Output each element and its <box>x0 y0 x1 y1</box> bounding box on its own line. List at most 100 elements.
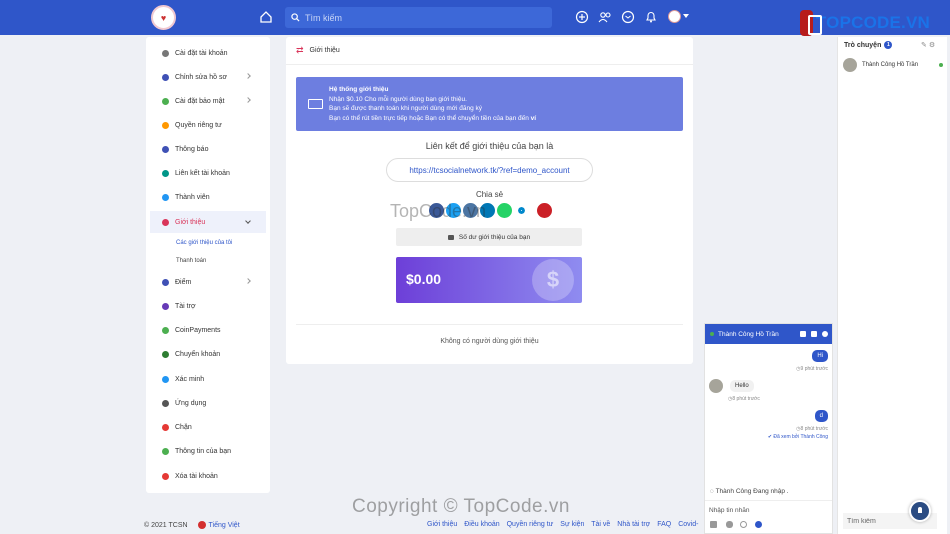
sidebar-item-funding[interactable]: Tài trợ <box>150 295 266 317</box>
sidebar-item-your-info[interactable]: Thông tin của bạn <box>150 440 266 462</box>
search-bar[interactable] <box>285 7 552 28</box>
sidebar-item-account-settings[interactable]: Cài đặt tài khoản <box>150 42 266 64</box>
block-icon <box>162 423 169 431</box>
message-time: ◷8 phút trước <box>796 426 828 432</box>
friends-icon[interactable] <box>598 10 612 24</box>
sidebar-item-members[interactable]: Thành viên <box>150 186 266 208</box>
color-picker-icon[interactable] <box>755 521 762 528</box>
info-title: Hệ thống giới thiệu <box>329 86 389 93</box>
wallet-icon <box>447 234 454 240</box>
chat-compose <box>705 500 832 534</box>
watermark-bottom: Copyright © TopCode.vn <box>352 496 570 517</box>
referrals-panel: ⇄ Giới thiệu Hệ thống giới thiệu Nhận $0… <box>286 37 693 364</box>
bell-icon <box>162 145 169 153</box>
site-logo[interactable]: ♥ <box>151 5 176 30</box>
chevron-down-icon[interactable] <box>683 14 689 18</box>
notifications-icon[interactable] <box>644 10 658 24</box>
chat-contact[interactable]: Thành Công Hồ Trần <box>843 58 943 72</box>
footer-link[interactable]: FAQ <box>657 521 671 528</box>
emoji-icon[interactable] <box>740 521 747 528</box>
video-icon[interactable] <box>811 331 817 337</box>
points-icon <box>162 278 169 286</box>
swap-icon: ⇄ <box>296 45 304 55</box>
share-title: Chia sẻ <box>475 190 504 199</box>
avatar <box>709 379 723 393</box>
verified-icon <box>162 375 169 383</box>
notification-bell-button[interactable] <box>909 500 931 522</box>
message-time: ◷9 phút trước <box>796 366 828 372</box>
chat-sidebar: Trò chuyện 1 ✎ ⚙ Thành Công Hồ Trần <box>837 37 947 534</box>
footer-link[interactable]: Quyền riêng tư <box>507 521 554 528</box>
footer-link[interactable]: Giới thiệu <box>427 521 457 528</box>
users-icon <box>162 193 169 201</box>
chevron-right-icon <box>245 278 251 284</box>
search-icon <box>291 13 300 22</box>
wallet-link[interactable]: ví <box>531 115 536 122</box>
sidebar-item-delete-account[interactable]: Xóa tài khoản <box>150 465 266 487</box>
language-flag-icon <box>197 521 206 529</box>
chat-window: Thành Công Hồ Trần Hi ◷9 phút trước Hell… <box>704 323 833 534</box>
sidebar-item-apps[interactable]: Ứng dụng <box>150 392 266 414</box>
microphone-icon[interactable] <box>726 521 733 528</box>
top-navbar: ♥ TOPCODE.VN <box>0 0 950 36</box>
online-indicator <box>939 63 943 67</box>
home-icon[interactable] <box>259 10 273 24</box>
whatsapp-share-icon[interactable] <box>497 203 512 218</box>
sidebar-item-security[interactable]: Cài đặt bảo mật <box>150 90 266 112</box>
sidebar-item-bank-transfer[interactable]: Chuyển khoản <box>150 343 266 365</box>
sidebar-subitem-my-referrals[interactable]: Các giới thiệu của tôi <box>176 240 232 246</box>
footer-link[interactable]: Tài về <box>591 521 610 528</box>
image-icon[interactable] <box>710 521 717 528</box>
telegram-share-icon[interactable] <box>514 203 529 218</box>
footer-link[interactable]: Nhà tài trợ <box>617 521 650 528</box>
footer-link[interactable]: Covid- <box>678 521 698 528</box>
footer-link[interactable]: Sự kiện <box>560 521 584 528</box>
bank-icon <box>162 350 169 358</box>
chat-header[interactable]: Thành Công Hồ Trần <box>705 324 832 344</box>
sidebar-item-verification[interactable]: Xác minh <box>150 368 266 390</box>
sidebar-item-notifications[interactable]: Thông báo <box>150 138 266 160</box>
online-indicator <box>710 332 714 336</box>
chat-message-input[interactable] <box>709 505 827 515</box>
referral-info-box: Hệ thống giới thiệu Nhận $0.10 Cho mỗi n… <box>296 77 683 131</box>
sidebar-item-edit-profile[interactable]: Chỉnh sửa hồ sơ <box>150 66 266 88</box>
sidebar-item-privacy[interactable]: Quyền riêng tư <box>150 114 266 136</box>
swap-icon <box>162 218 169 226</box>
pinterest-share-icon[interactable] <box>537 203 552 218</box>
contact-name: Thành Công Hồ Trần <box>862 62 919 68</box>
message-received: Hello <box>730 380 754 392</box>
close-icon[interactable] <box>822 331 828 337</box>
lock-icon <box>162 121 169 129</box>
sidebar-item-blocked[interactable]: Chặn <box>150 416 266 438</box>
search-input[interactable] <box>305 12 535 23</box>
user-avatar[interactable] <box>668 10 681 23</box>
document-icon <box>162 447 169 455</box>
chat-bubble-icon: ◌ <box>710 488 714 495</box>
sidebar-item-coinpayments[interactable]: CoinPayments <box>150 319 266 341</box>
gear-icon[interactable]: ⚙ <box>929 42 935 49</box>
footer-link[interactable]: Điều khoản <box>464 521 499 528</box>
messages-icon[interactable] <box>621 10 635 24</box>
avatar <box>843 58 857 72</box>
funding-icon <box>162 302 169 310</box>
no-referrals-text: Không có người dùng giới thiệu <box>440 338 539 345</box>
footer-copyright: © 2021 TCSN Tiếng Việt <box>144 521 240 529</box>
sidebar-item-referrals[interactable]: Giới thiệu <box>150 211 266 233</box>
referral-balance-button[interactable]: Số dư giới thiệu của bạn <box>396 228 582 246</box>
referral-link[interactable]: https://tcsocialnetwork.tk/?ref=demo_acc… <box>386 158 593 182</box>
shield-icon <box>162 97 169 105</box>
topcode-text: TOPCODE.VN <box>815 13 930 32</box>
coin-icon <box>162 326 169 334</box>
user-icon <box>162 73 169 81</box>
sidebar-item-points[interactable]: Điểm <box>150 271 266 293</box>
trash-icon <box>162 472 169 480</box>
create-post-icon[interactable] <box>575 10 589 24</box>
sidebar-item-linked-accounts[interactable]: Liên kết tài khoản <box>150 162 266 184</box>
edit-icon[interactable]: ✎ <box>921 42 927 49</box>
phone-icon[interactable] <box>800 331 806 337</box>
page-title: Giới thiệu <box>309 47 340 54</box>
language-selector[interactable]: Tiếng Việt <box>209 522 240 529</box>
sidebar-subitem-payments[interactable]: Thanh toán <box>176 258 206 264</box>
settings-sidebar: Cài đặt tài khoản Chỉnh sửa hồ sơ Cài đặ… <box>146 37 270 493</box>
chat-sidebar-actions: ✎ ⚙ <box>921 41 935 49</box>
